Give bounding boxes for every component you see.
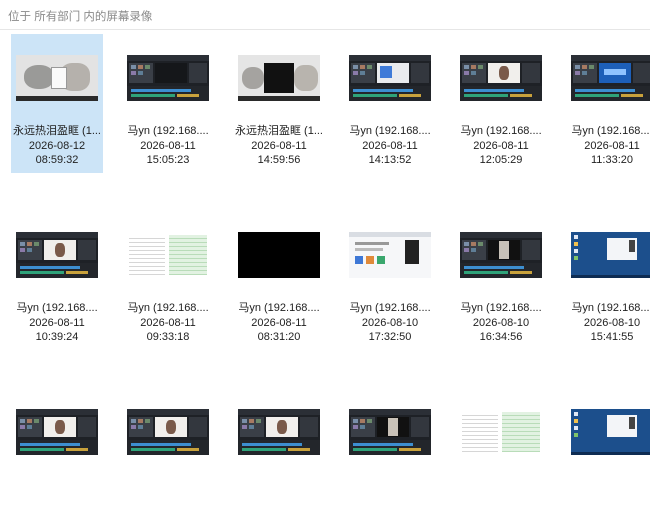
recording-time: 15:41:55 xyxy=(590,331,634,343)
recording-date: 2026-08-11 xyxy=(251,139,307,152)
recording-tile[interactable] xyxy=(344,388,436,527)
recording-thumbnail xyxy=(349,409,431,455)
recording-name: 马yn (192.168.... xyxy=(127,302,209,314)
recording-date: 2026-08-11 xyxy=(140,316,196,329)
recording-thumbnail xyxy=(238,55,320,101)
recording-thumbnail xyxy=(127,55,209,101)
recording-thumbnail xyxy=(238,232,320,278)
recording-time: 10:39:24 xyxy=(35,331,79,343)
recording-tile[interactable]: 永远热泪盈眶 (1... 2026-08-12 08:59:32 xyxy=(11,34,103,173)
recording-tile[interactable] xyxy=(122,388,214,527)
recording-tile[interactable]: 马yn (192.168.... 2026-08-10 15:41:55 xyxy=(566,211,650,350)
recording-thumbnail xyxy=(349,232,431,278)
recording-name: 马yn (192.168.... xyxy=(349,125,431,137)
recording-thumbnail xyxy=(460,232,542,278)
recording-label: 马yn (192.168.... 2026-08-11 11:33:20 xyxy=(566,124,650,168)
recording-tile[interactable]: 马yn (192.168.... 2026-08-10 16:34:56 xyxy=(455,211,547,350)
recording-date: 2026-08-10 xyxy=(361,316,419,329)
recording-time: 08:31:20 xyxy=(257,331,301,343)
recording-date: 2026-08-11 xyxy=(362,139,418,152)
recording-tile[interactable]: 马yn (192.168.... 2026-08-11 08:31:20 xyxy=(233,211,325,350)
recording-thumbnail xyxy=(127,409,209,455)
recording-time: 17:32:50 xyxy=(368,331,412,343)
recording-name: 马yn (192.168.... xyxy=(238,302,320,314)
recording-thumbnail xyxy=(571,232,650,278)
recording-time: 16:34:56 xyxy=(479,331,523,343)
recording-tile[interactable] xyxy=(233,388,325,527)
recording-thumbnail xyxy=(460,55,542,101)
recording-thumbnail xyxy=(16,232,98,278)
recording-name: 马yn (192.168.... xyxy=(460,125,542,137)
recording-name: 马yn (192.168.... xyxy=(571,302,650,314)
recording-name: 马yn (192.168.... xyxy=(349,302,431,314)
recording-thumbnail xyxy=(571,55,650,101)
recording-label: 马yn (192.168.... 2026-08-10 17:32:50 xyxy=(344,301,436,345)
recording-name: 马yn (192.168.... xyxy=(460,302,542,314)
recording-tile[interactable]: 马yn (192.168.... 2026-08-11 12:05:29 xyxy=(455,34,547,173)
recording-label: 马yn (192.168.... 2026-08-11 08:31:20 xyxy=(233,301,325,345)
recording-time: 12:05:29 xyxy=(479,154,523,166)
search-placeholder: 位于 所有部门 内的屏幕录像 xyxy=(8,11,153,23)
recording-tile[interactable] xyxy=(455,388,547,527)
recording-time: 09:33:18 xyxy=(146,331,190,343)
recording-label: 马yn (192.168.... 2026-08-11 12:05:29 xyxy=(455,124,547,168)
recording-name: 马yn (192.168.... xyxy=(16,302,98,314)
recording-label: 马yn (192.168.... 2026-08-11 14:13:52 xyxy=(344,124,436,168)
recording-thumbnail xyxy=(460,409,542,455)
recording-grid: 永远热泪盈眶 (1... 2026-08-12 08:59:32 马yn (192.… xyxy=(11,34,650,527)
recording-tile[interactable]: 永远热泪盈眶 (1... 2026-08-11 14:59:56 xyxy=(233,34,325,173)
recording-name: 永远热泪盈眶 (1... xyxy=(234,125,323,137)
recording-name: 马yn (192.168.... xyxy=(571,125,650,137)
recording-label: 马yn (192.168.... 2026-08-10 15:41:55 xyxy=(566,301,650,345)
recording-time: 14:13:52 xyxy=(368,154,412,166)
recording-tile[interactable]: 马yn (192.168.... 2026-08-11 11:33:20 xyxy=(566,34,650,173)
recording-thumbnail xyxy=(16,409,98,455)
recording-thumbnail xyxy=(571,409,650,455)
recording-label: 马yn (192.168.... 2026-08-11 09:33:18 xyxy=(122,301,214,345)
recording-date: 2026-08-11 xyxy=(584,139,640,152)
recording-label: 永远热泪盈眶 (1... 2026-08-11 14:59:56 xyxy=(233,124,325,168)
recording-tile[interactable]: 马yn (192.168.... 2026-08-11 15:05:23 xyxy=(122,34,214,173)
recording-date: 2026-08-10 xyxy=(472,316,530,329)
search-bar[interactable]: 位于 所有部门 内的屏幕录像 xyxy=(0,0,650,30)
recording-tile[interactable]: 马yn (192.168.... 2026-08-10 17:32:50 xyxy=(344,211,436,350)
recording-thumbnail xyxy=(127,232,209,278)
recording-date: 2026-08-11 xyxy=(29,316,85,329)
recording-date: 2026-08-11 xyxy=(140,139,196,152)
recording-thumbnail xyxy=(16,55,98,101)
recording-thumbnail xyxy=(349,55,431,101)
recording-date: 2026-08-11 xyxy=(251,316,307,329)
recording-label: 马yn (192.168.... 2026-08-11 15:05:23 xyxy=(122,124,214,168)
recording-thumbnail xyxy=(238,409,320,455)
recording-date: 2026-08-11 xyxy=(473,139,529,152)
recording-date: 2026-08-10 xyxy=(583,316,641,329)
recording-tile[interactable]: 马yn (192.168.... 2026-08-11 09:33:18 xyxy=(122,211,214,350)
recording-time: 15:05:23 xyxy=(146,154,190,166)
recording-time: 11:33:20 xyxy=(590,154,633,166)
recording-label: 马yn (192.168.... 2026-08-11 10:39:24 xyxy=(11,301,103,345)
recording-name: 马yn (192.168.... xyxy=(127,125,209,137)
recording-date: 2026-08-12 xyxy=(28,139,86,152)
recording-tile[interactable]: 马yn (192.168.... 2026-08-11 10:39:24 xyxy=(11,211,103,350)
recording-time: 08:59:32 xyxy=(35,154,79,166)
recording-time: 14:59:56 xyxy=(257,154,301,166)
recording-name: 永远热泪盈眶 (1... xyxy=(12,125,101,137)
recording-label: 永远热泪盈眶 (1... 2026-08-12 08:59:32 xyxy=(11,124,103,168)
recording-label: 马yn (192.168.... 2026-08-10 16:34:56 xyxy=(455,301,547,345)
recording-tile[interactable] xyxy=(566,388,650,527)
recording-tile[interactable]: 马yn (192.168.... 2026-08-11 14:13:52 xyxy=(344,34,436,173)
recording-tile[interactable] xyxy=(11,388,103,527)
